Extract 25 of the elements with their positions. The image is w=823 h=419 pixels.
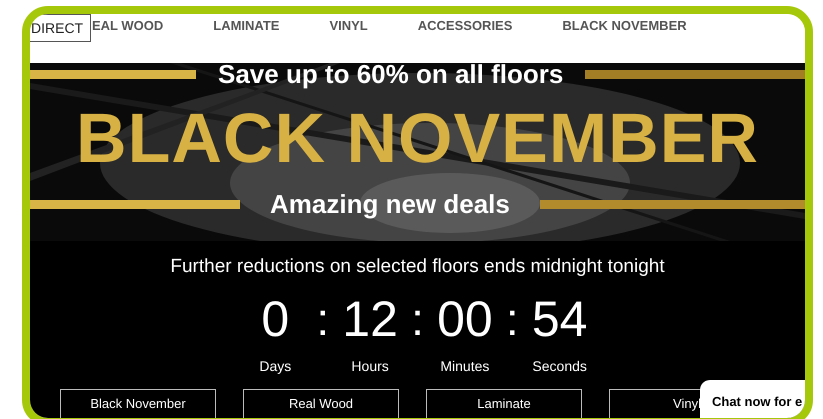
nav-link[interactable]: BLACK NOVEMBER (562, 16, 687, 36)
banner-title: BLACK NOVEMBER (76, 103, 759, 173)
time-separator: : (506, 296, 519, 342)
banner-tagline: Save up to 60% on all floors (218, 63, 564, 87)
countdown-label: Days (259, 356, 292, 376)
countdown-label: Minutes (440, 356, 490, 376)
nav-link[interactable]: EAL WOOD (92, 16, 164, 36)
countdown-value: 00 (437, 294, 493, 344)
countdown-label: Hours (351, 356, 389, 376)
nav-link[interactable]: ACCESSORIES (418, 16, 512, 36)
category-button[interactable]: Real Wood (243, 388, 399, 418)
time-separator: : (316, 296, 330, 342)
category-button[interactable]: Black November (60, 388, 216, 418)
category-button[interactable]: Laminate (426, 388, 582, 418)
time-separator: : (411, 296, 424, 342)
banner-subtitle: Amazing new deals (270, 191, 510, 217)
countdown-value: 54 (532, 294, 588, 344)
nav-link[interactable]: VINYL (329, 16, 368, 36)
nav-link[interactable]: LAMINATE (213, 16, 280, 36)
chat-toast[interactable]: Chat now for e (700, 380, 805, 418)
notice-text: Further reductions on selected floors ends midnight tonight (170, 255, 665, 279)
countdown-value: 0 (261, 294, 290, 344)
logo-text[interactable]: DIRECT (30, 14, 91, 42)
countdown-value: 12 (342, 294, 398, 344)
countdown-label: Seconds (532, 356, 587, 376)
